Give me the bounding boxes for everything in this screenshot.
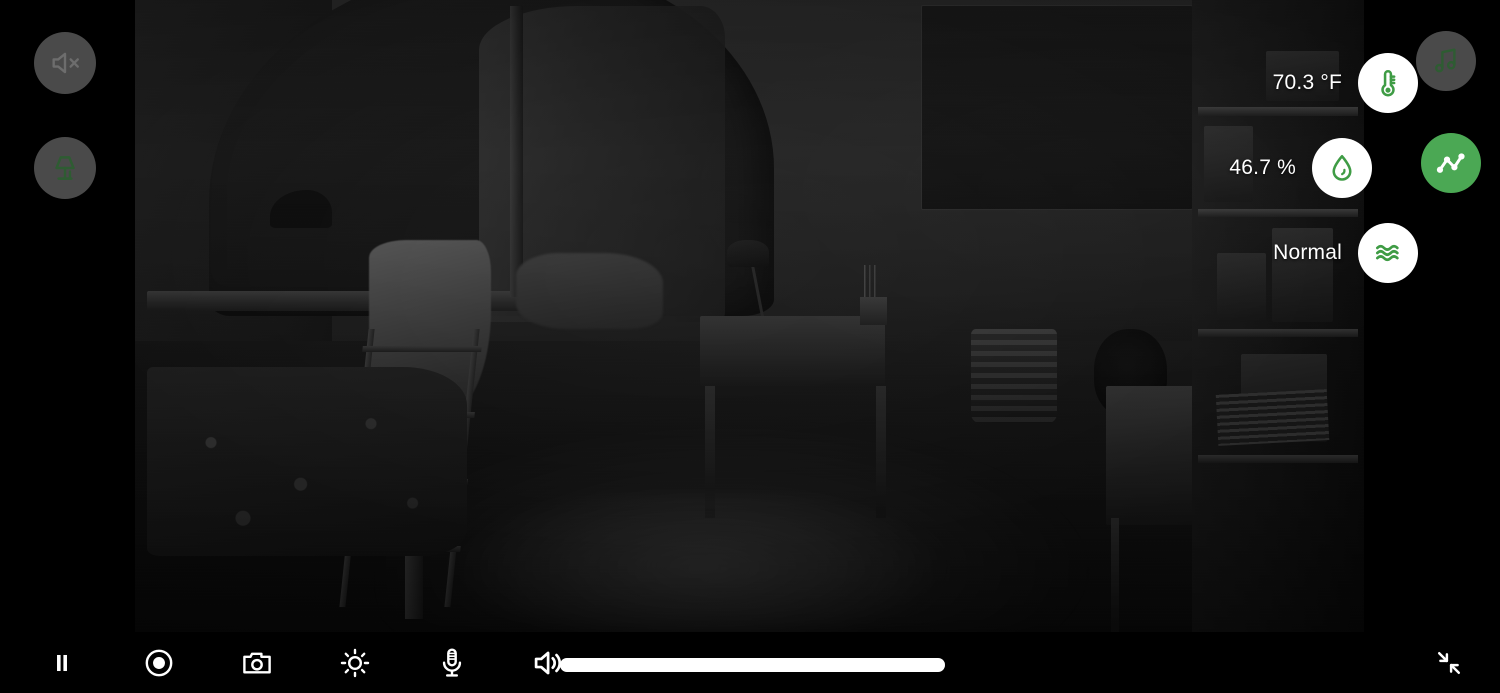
volume-fill xyxy=(560,658,945,672)
pause-button[interactable] xyxy=(34,635,90,691)
exit-fullscreen-button[interactable] xyxy=(1421,635,1477,691)
sensor-humidity: 46.7 % xyxy=(1229,138,1372,198)
mute-alerts-button[interactable] xyxy=(34,32,96,94)
playback-toolbar xyxy=(0,632,1500,693)
air-waves-icon[interactable] xyxy=(1358,223,1418,283)
speaker-mute-icon xyxy=(48,46,82,80)
lamp-icon xyxy=(48,151,82,185)
brightness-sun-icon xyxy=(338,646,372,680)
collapse-arrows-icon xyxy=(1435,649,1463,677)
video-feed[interactable] xyxy=(135,0,1364,632)
temperature-value: 70.3 °F xyxy=(1272,71,1342,94)
microphone-icon xyxy=(435,646,469,680)
water-drop-icon[interactable] xyxy=(1312,138,1372,198)
brightness-button[interactable] xyxy=(327,635,383,691)
record-icon xyxy=(142,646,176,680)
microphone-button[interactable] xyxy=(424,635,480,691)
sensor-air-quality: Normal xyxy=(1273,223,1418,283)
volume-slider[interactable] xyxy=(560,658,945,672)
camera-icon xyxy=(240,646,274,680)
nightlight-button[interactable] xyxy=(34,137,96,199)
humidity-value: 46.7 % xyxy=(1229,156,1296,179)
record-button[interactable] xyxy=(131,635,187,691)
thermometer-icon[interactable] xyxy=(1358,53,1418,113)
music-note-icon xyxy=(1430,45,1462,77)
history-button[interactable] xyxy=(1421,133,1481,193)
pause-icon xyxy=(49,650,75,676)
sensor-temperature: 70.3 °F xyxy=(1273,53,1418,113)
lullaby-button[interactable] xyxy=(1416,31,1476,91)
snapshot-button[interactable] xyxy=(229,635,285,691)
line-chart-icon xyxy=(1434,146,1468,180)
camera-live-view: 70.3 °F 46.7 % Normal xyxy=(0,0,1500,693)
night-vision-scene xyxy=(135,0,1364,632)
air-quality-value: Normal xyxy=(1273,241,1342,264)
